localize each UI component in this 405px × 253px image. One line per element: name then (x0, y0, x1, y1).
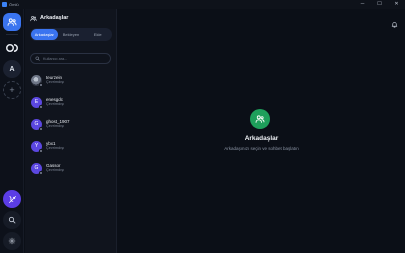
server-rail: A + (0, 9, 24, 253)
maximize-button[interactable]: ☐ (371, 0, 388, 9)
add-server-button[interactable]: + (3, 81, 21, 99)
window-title: Ömlü (9, 2, 19, 7)
settings-icon (8, 237, 16, 245)
minimize-button[interactable]: ─ (354, 0, 371, 9)
tab-add[interactable]: Ekle (84, 29, 111, 40)
title-bar: Ömlü ─ ☐ ✕ (0, 0, 405, 9)
offline-status-dot (39, 126, 43, 131)
window-controls: ─ ☐ ✕ (354, 0, 405, 9)
user-search-input[interactable]: Kullanıcı ara... (30, 53, 111, 64)
add-server-icon: + (9, 85, 15, 95)
avatar (31, 74, 43, 87)
app-logo-icon (2, 2, 7, 7)
friend-text: ghost_1907 Çevrimdışı (46, 119, 70, 129)
voice-off-icon (8, 195, 16, 203)
friend-text: teurzein Çevrimdışı (46, 75, 64, 85)
main-content: Arkadaşlar Arkadaşınızı seçin ve sohbet … (118, 9, 405, 253)
friends-icon (255, 115, 265, 123)
friends-icon (7, 18, 17, 26)
avatar-initial: Y (34, 143, 39, 149)
friend-list-item[interactable]: E enesgdc Çevrimdışı (31, 94, 111, 110)
avatar: E (31, 96, 43, 109)
friend-text: Gassor Çevrimdışı (46, 163, 64, 173)
friend-list-item[interactable]: G ghost_1907 Çevrimdışı (31, 116, 111, 132)
rail-divider (6, 34, 18, 35)
empty-state-title: Arkadaşlar (244, 135, 279, 142)
empty-state-icon (250, 109, 270, 129)
avatar-initial: G (34, 165, 39, 171)
close-button[interactable]: ✕ (388, 0, 405, 9)
offline-status-dot (39, 170, 43, 175)
tab-pending[interactable]: Bekleyen (58, 29, 85, 40)
app-logo-icon (6, 44, 18, 52)
friends-tabs: Arkadaşlar Bekleyen Ekle (30, 28, 112, 41)
app-window: Ömlü ─ ☐ ✕ A + Arkadaşlar Arkadaşlar Bek… (0, 0, 405, 253)
panel-header: Arkadaşlar (30, 13, 68, 23)
friend-text: enesgdc Çevrimdışı (46, 97, 64, 107)
search-rail-button[interactable] (3, 211, 21, 229)
tab-friends[interactable]: Arkadaşlar (31, 29, 58, 40)
friend-list-item[interactable]: Y ybx1 Çevrimdışı (31, 138, 111, 154)
avatar-initial: E (34, 99, 39, 105)
avatar: G (31, 118, 43, 131)
avatar: Y (31, 140, 43, 153)
empty-state-subtitle: Arkadaşınızı seçin ve sohbet başlatın (224, 146, 299, 151)
voice-toggle-button[interactable] (3, 190, 21, 208)
avatar-initial: G (34, 121, 39, 127)
panel-title: Arkadaşlar (40, 15, 69, 21)
friend-status: Çevrimdışı (46, 124, 65, 128)
friend-list-item[interactable]: teurzein Çevrimdışı (31, 72, 111, 88)
friend-status: Çevrimdışı (46, 146, 65, 150)
offline-status-dot (39, 82, 43, 87)
friend-status: Çevrimdışı (46, 80, 65, 84)
search-placeholder: Kullanıcı ara... (43, 56, 68, 61)
settings-button[interactable] (3, 232, 21, 250)
search-icon (35, 56, 40, 61)
friend-list-item[interactable]: G Gassor Çevrimdışı (31, 160, 111, 176)
friend-text: ybx1 Çevrimdışı (46, 141, 64, 151)
server-a-button[interactable]: A (3, 60, 21, 78)
friends-icon (30, 15, 37, 21)
avatar: G (31, 162, 43, 175)
friends-panel: Arkadaşlar Arkadaşlar Bekleyen Ekle Kull… (25, 9, 117, 253)
friend-status: Çevrimdışı (46, 102, 65, 106)
notifications-button[interactable] (391, 15, 398, 33)
friends-rail-button[interactable] (3, 13, 21, 31)
offline-status-dot (39, 104, 43, 109)
home-button[interactable] (3, 39, 21, 57)
offline-status-dot (39, 148, 43, 153)
friend-status: Çevrimdışı (46, 168, 65, 172)
search-icon (8, 216, 16, 224)
bell-icon (391, 22, 398, 28)
